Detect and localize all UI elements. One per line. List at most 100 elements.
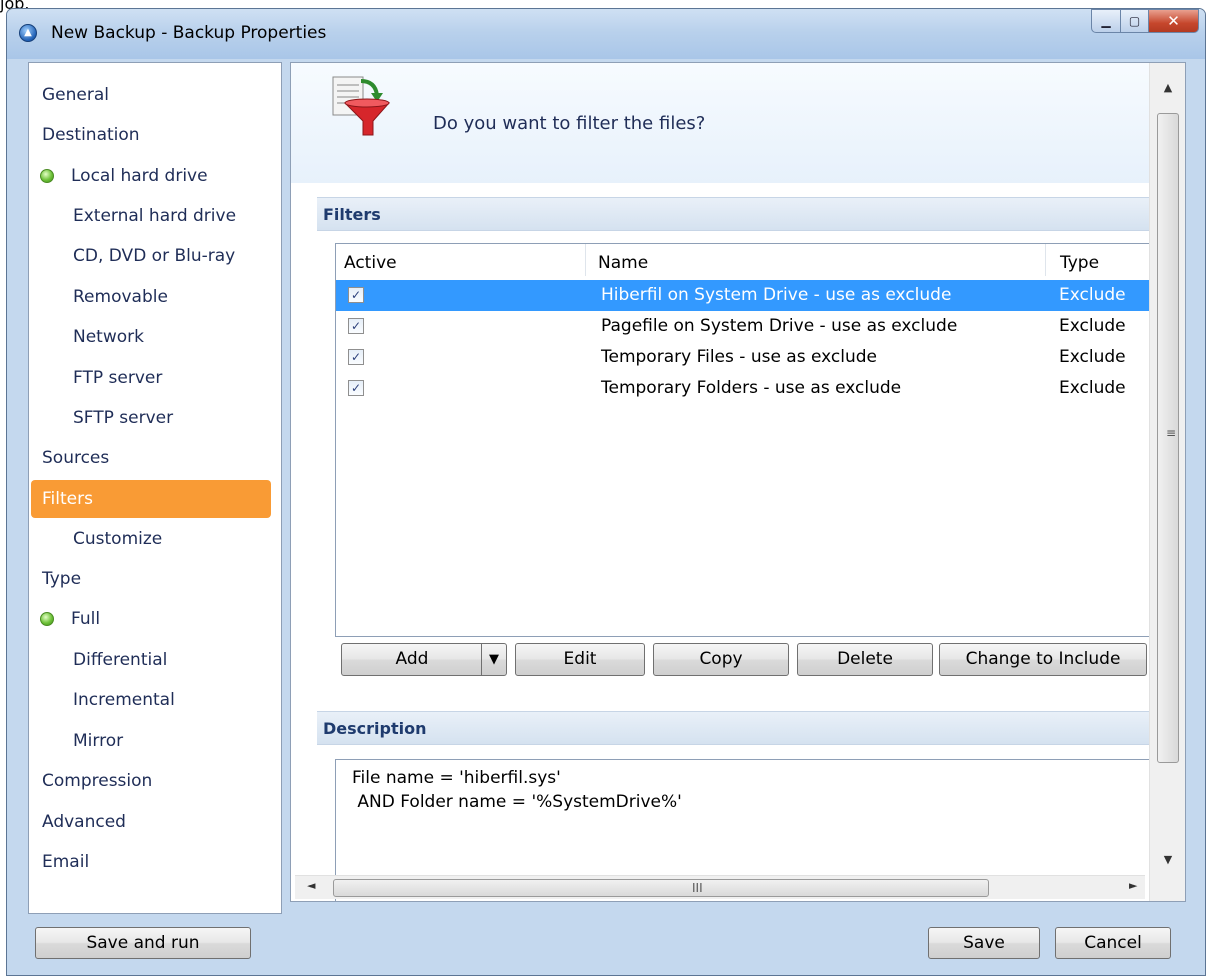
- sidebar-item-mirror[interactable]: Mirror: [73, 726, 123, 756]
- sidebar-item-label: Customize: [73, 529, 163, 549]
- sidebar-item-label: Type: [42, 569, 82, 589]
- sidebar-item-label: Advanced: [42, 812, 126, 832]
- maximize-button[interactable]: ▢: [1121, 9, 1149, 33]
- maximize-icon: ▢: [1128, 14, 1141, 28]
- horizontal-scroll-thumb[interactable]: III: [333, 879, 989, 897]
- add-button-label: Add: [395, 649, 429, 669]
- selected-radio-icon: [40, 169, 54, 183]
- filter-row-pagefile[interactable]: ✓ Pagefile on System Drive - use as excl…: [336, 311, 1149, 342]
- filter-row-hiberfil[interactable]: ✓ Hiberfil on System Drive - use as excl…: [336, 280, 1149, 311]
- sidebar-nav: General Destination Local hard drive Ext…: [28, 62, 282, 914]
- filters-section-header: Filters: [317, 197, 1149, 231]
- grip-icon: ≡: [1166, 426, 1177, 440]
- page-question: Do you want to filter the files?: [433, 113, 706, 134]
- sidebar-item-filters[interactable]: Filters: [31, 480, 271, 518]
- title-bar[interactable]: ▲ New Backup - Backup Properties ▁ ▢ ✕: [7, 9, 1205, 59]
- sidebar-item-type[interactable]: Type: [42, 564, 81, 594]
- description-line: AND Folder name = '%SystemDrive%': [352, 792, 682, 812]
- filter-row-temporary-files[interactable]: ✓ Temporary Files - use as exclude Exclu…: [336, 342, 1149, 373]
- sidebar-item-label: Differential: [73, 650, 168, 670]
- grip-icon: III: [692, 881, 703, 895]
- edit-button[interactable]: Edit: [515, 643, 645, 676]
- description-section-header: Description: [317, 711, 1149, 745]
- close-icon: ✕: [1167, 12, 1180, 30]
- sidebar-item-cd-dvd-bluray[interactable]: CD, DVD or Blu-ray: [73, 241, 235, 271]
- sidebar-item-label: Sources: [42, 448, 110, 468]
- window-title: New Backup - Backup Properties: [51, 23, 327, 43]
- filter-type: Exclude: [1059, 285, 1126, 305]
- filter-funnel-icon: [332, 76, 391, 136]
- copy-button[interactable]: Copy: [653, 643, 789, 676]
- caption-buttons: ▁ ▢ ✕: [1091, 9, 1199, 33]
- sidebar-item-label: SFTP server: [73, 408, 174, 428]
- sidebar-item-removable[interactable]: Removable: [73, 282, 168, 312]
- sidebar-item-label: Filters: [42, 489, 93, 509]
- description-line: File name = 'hiberfil.sys': [352, 768, 561, 788]
- app-icon: ▲: [19, 24, 37, 42]
- filter-type: Exclude: [1059, 316, 1126, 336]
- sidebar-item-destination[interactable]: Destination: [42, 120, 140, 150]
- close-button[interactable]: ✕: [1149, 9, 1199, 33]
- sidebar-item-email[interactable]: Email: [42, 847, 89, 877]
- minimize-icon: ▁: [1101, 14, 1111, 28]
- selected-radio-icon: [40, 612, 54, 626]
- scroll-down-icon[interactable]: ▼: [1150, 853, 1185, 866]
- change-to-include-button[interactable]: Change to Include: [939, 643, 1147, 676]
- cancel-button[interactable]: Cancel: [1055, 927, 1171, 959]
- sidebar-item-label: Incremental: [73, 690, 175, 710]
- filter-type: Exclude: [1059, 347, 1126, 367]
- sidebar-item-label: Email: [42, 852, 90, 872]
- sidebar-item-general[interactable]: General: [42, 80, 109, 110]
- sidebar-item-advanced[interactable]: Advanced: [42, 807, 126, 837]
- active-checkbox[interactable]: ✓: [348, 318, 364, 334]
- horizontal-scrollbar[interactable]: ◄ III ►: [295, 875, 1145, 899]
- sidebar-item-label: Mirror: [73, 731, 124, 751]
- filters-list[interactable]: Active Name Type ✓ Hiberfil on System Dr…: [335, 243, 1149, 637]
- sidebar-item-sources[interactable]: Sources: [42, 443, 109, 473]
- scroll-up-icon[interactable]: ▲: [1150, 81, 1185, 94]
- filter-row-temporary-folders[interactable]: ✓ Temporary Folders - use as exclude Exc…: [336, 373, 1149, 404]
- sidebar-item-differential[interactable]: Differential: [73, 645, 167, 675]
- filter-type: Exclude: [1059, 378, 1126, 398]
- sidebar-item-label: General: [42, 85, 109, 105]
- sidebar-item-incremental[interactable]: Incremental: [73, 685, 175, 715]
- save-and-run-button[interactable]: Save and run: [35, 927, 251, 959]
- sidebar-item-network[interactable]: Network: [73, 322, 144, 352]
- delete-button[interactable]: Delete: [797, 643, 933, 676]
- save-button[interactable]: Save: [928, 927, 1040, 959]
- filter-name: Temporary Files - use as exclude: [601, 347, 878, 367]
- sidebar-item-label: Removable: [73, 287, 168, 307]
- add-split-button[interactable]: Add ▼: [341, 643, 507, 676]
- vertical-scrollbar[interactable]: ▲ ≡ ▼: [1149, 63, 1185, 901]
- scroll-right-icon[interactable]: ►: [1129, 879, 1137, 892]
- sidebar-item-sftp-server[interactable]: SFTP server: [73, 403, 173, 433]
- sidebar-item-customize[interactable]: Customize: [73, 524, 162, 554]
- column-header-name[interactable]: Name: [586, 244, 1046, 276]
- column-header-type[interactable]: Type: [1046, 244, 1149, 276]
- sidebar-item-full[interactable]: Full: [40, 604, 100, 634]
- sidebar-item-label: Full: [71, 609, 101, 629]
- filter-name: Hiberfil on System Drive - use as exclud…: [601, 285, 952, 305]
- active-checkbox[interactable]: ✓: [348, 349, 364, 365]
- sidebar-item-label: Network: [73, 327, 144, 347]
- dropdown-arrow-icon[interactable]: ▼: [481, 644, 506, 675]
- filter-name: Temporary Folders - use as exclude: [601, 378, 902, 398]
- minimize-button[interactable]: ▁: [1091, 9, 1121, 33]
- active-checkbox[interactable]: ✓: [348, 380, 364, 396]
- sidebar-item-label: External hard drive: [73, 206, 237, 226]
- active-checkbox[interactable]: ✓: [348, 287, 364, 303]
- sidebar-item-ftp-server[interactable]: FTP server: [73, 363, 162, 393]
- list-header: Active Name Type: [336, 244, 1149, 276]
- column-header-active[interactable]: Active: [336, 244, 586, 276]
- vertical-scroll-thumb[interactable]: ≡: [1157, 113, 1179, 763]
- sidebar-item-local-hard-drive[interactable]: Local hard drive: [40, 161, 208, 191]
- content-panel: Do you want to filter the files? Filters…: [290, 62, 1186, 902]
- page-header: Do you want to filter the files?: [291, 63, 1149, 183]
- sidebar-item-label: CD, DVD or Blu-ray: [73, 246, 236, 266]
- sidebar-item-external-hard-drive[interactable]: External hard drive: [73, 201, 236, 231]
- sidebar-item-label: FTP server: [73, 368, 163, 388]
- sidebar-item-compression[interactable]: Compression: [42, 766, 152, 796]
- sidebar-item-label: Local hard drive: [71, 166, 208, 186]
- filter-name: Pagefile on System Drive - use as exclud…: [601, 316, 958, 336]
- scroll-left-icon[interactable]: ◄: [307, 879, 315, 892]
